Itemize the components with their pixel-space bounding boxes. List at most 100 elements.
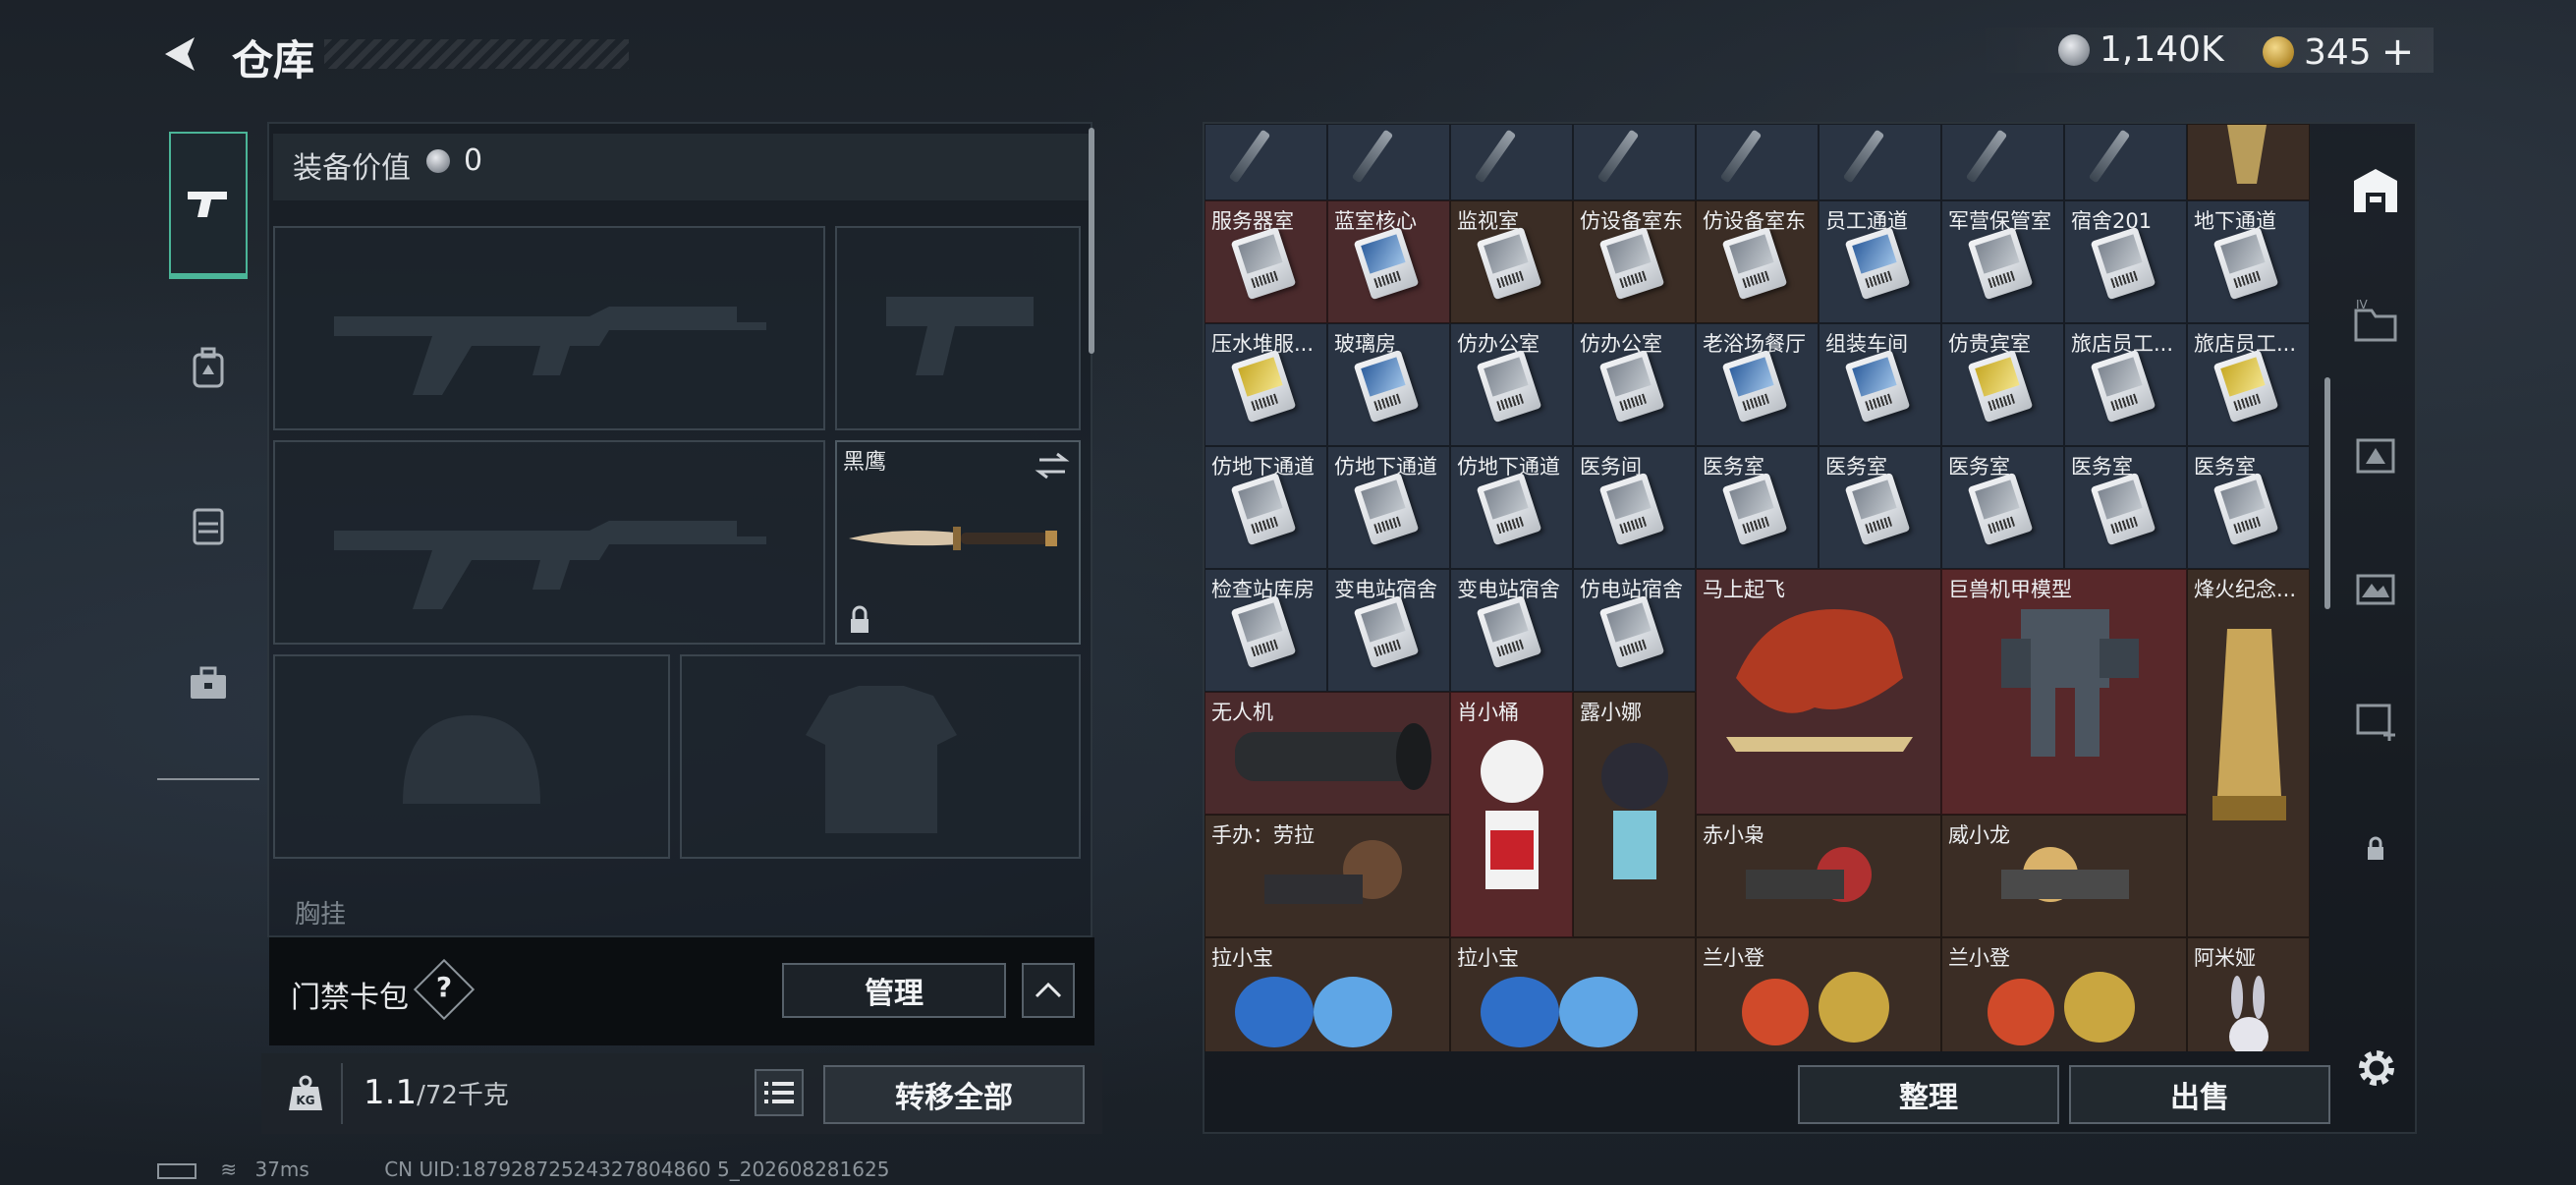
storage-item[interactable]: 手办：劳拉 xyxy=(1204,815,1450,937)
storage-item[interactable]: 赤小枭 xyxy=(1696,815,1941,937)
storage-item[interactable]: 肖小桶 xyxy=(1450,692,1573,937)
storage-item[interactable]: 老浴场餐厅 xyxy=(1696,323,1819,446)
rail-armor[interactable] xyxy=(169,452,248,599)
storage-scrollbar[interactable] xyxy=(2324,377,2330,609)
list-view-button[interactable] xyxy=(755,1069,804,1116)
storage-item[interactable] xyxy=(2187,124,2310,200)
storage-item[interactable]: 仿设备室东 xyxy=(1696,200,1819,323)
storage-item[interactable]: 医务室 xyxy=(2064,446,2187,569)
storage-item[interactable]: 无人机 xyxy=(1204,692,1450,815)
item-name: 组装车间 xyxy=(1825,332,1908,356)
storage-item[interactable]: 宿舍201 xyxy=(2064,200,2187,323)
item-name: 服务器室 xyxy=(1211,209,1294,233)
gold-currency[interactable]: 345 + xyxy=(2263,29,2414,75)
keycard-icon xyxy=(2212,226,2279,301)
item-name: 宿舍201 xyxy=(2071,209,2153,233)
tab-all[interactable] xyxy=(2344,159,2407,222)
storage-item[interactable]: 旅店员工... xyxy=(2187,323,2310,446)
knife-icon xyxy=(849,527,1057,550)
helmet-slot[interactable] xyxy=(273,654,670,859)
tab-storage-1[interactable] xyxy=(2344,686,2407,749)
primary-weapon-slot[interactable] xyxy=(273,226,825,430)
helmet-silhouette-icon xyxy=(403,715,540,804)
transfer-all-button[interactable]: 转移全部 xyxy=(823,1065,1085,1124)
collapse-button[interactable] xyxy=(1022,963,1075,1018)
storage-item[interactable] xyxy=(1204,124,1327,200)
rail-weapons[interactable] xyxy=(169,132,248,279)
storage-item[interactable]: 地下通道 xyxy=(2187,200,2310,323)
storage-item[interactable]: 仿贵宾室 xyxy=(1941,323,2064,446)
battery-icon xyxy=(157,1162,196,1179)
storage-item[interactable] xyxy=(1696,124,1819,200)
storage-item[interactable]: 监视室 xyxy=(1450,200,1573,323)
settings-button[interactable] xyxy=(2352,1044,2401,1093)
storage-item[interactable]: 医务室 xyxy=(1941,446,2064,569)
armor-silhouette-icon xyxy=(806,686,957,833)
storage-item[interactable]: 威小龙 xyxy=(1941,815,2187,937)
tab-storage-3[interactable] xyxy=(2344,423,2407,485)
storage-item[interactable]: 组装车间 xyxy=(1819,323,1941,446)
storage-item[interactable]: 兰小登 xyxy=(1696,937,1941,1051)
rail-backpack[interactable] xyxy=(169,295,248,442)
storage-item[interactable] xyxy=(1573,124,1696,200)
sell-button[interactable]: 出售 xyxy=(2069,1065,2330,1124)
storage-item[interactable]: 变电站宿舍 xyxy=(1450,569,1573,692)
page-title: 仓库 xyxy=(232,36,315,85)
gear-icon xyxy=(2359,1050,2394,1086)
storage-item[interactable]: 变电站宿舍 xyxy=(1327,569,1450,692)
storage-item[interactable]: 仿办公室 xyxy=(1450,323,1573,446)
storage-item[interactable]: 旅店员工... xyxy=(2064,323,2187,446)
storage-item[interactable]: 军营保管室 xyxy=(1941,200,2064,323)
storage-item[interactable]: 医务室 xyxy=(2187,446,2310,569)
manage-button[interactable]: 管理 xyxy=(782,963,1006,1018)
storage-item[interactable]: 巨兽机甲模型 xyxy=(1941,569,2187,815)
keycard-icon xyxy=(2090,472,2156,546)
storage-item[interactable] xyxy=(1450,124,1573,200)
storage-item[interactable]: 仿地下通道 xyxy=(1327,446,1450,569)
storage-item[interactable]: 医务室 xyxy=(1696,446,1819,569)
weight-current: 1.1 xyxy=(364,1073,418,1112)
storage-item[interactable] xyxy=(2064,124,2187,200)
storage-item[interactable]: 马上起飞 xyxy=(1696,569,1941,815)
storage-item[interactable]: 仿地下通道 xyxy=(1204,446,1327,569)
keycard-icon xyxy=(2090,226,2156,301)
storage-item[interactable]: 仿电站宿舍 xyxy=(1573,569,1696,692)
storage-item[interactable] xyxy=(1941,124,2064,200)
storage-item[interactable]: 露小娜 xyxy=(1573,692,1696,937)
storage-item[interactable]: 玻璃房 xyxy=(1327,323,1450,446)
storage-item[interactable] xyxy=(1327,124,1450,200)
tab-locked[interactable] xyxy=(2344,818,2407,880)
storage-item[interactable]: 阿米娅 xyxy=(2187,937,2310,1051)
storage-item[interactable]: 医务间 xyxy=(1573,446,1696,569)
pistol-slot[interactable] xyxy=(835,226,1081,430)
secondary-weapon-slot[interactable] xyxy=(273,440,825,645)
gold-plus[interactable]: + xyxy=(2381,29,2415,75)
storage-item[interactable]: 压水堆服... xyxy=(1204,323,1327,446)
storage-item[interactable]: 仿办公室 xyxy=(1573,323,1696,446)
storage-item[interactable]: 拉小宝 xyxy=(1450,937,1696,1051)
storage-item[interactable]: 兰小登 xyxy=(1941,937,2187,1051)
storage-item[interactable]: 仿设备室东 xyxy=(1573,200,1696,323)
storage-item[interactable] xyxy=(1819,124,1941,200)
storage-item[interactable]: 蓝室核心 xyxy=(1327,200,1450,323)
storage-item[interactable]: 拉小宝 xyxy=(1204,937,1450,1051)
sort-button[interactable]: 整理 xyxy=(1798,1065,2059,1124)
back-button[interactable] xyxy=(155,29,204,79)
storage-item[interactable]: 仿地下通道 xyxy=(1450,446,1573,569)
tab-storage-2[interactable] xyxy=(2344,554,2407,617)
equipment-scrollbar[interactable] xyxy=(1089,128,1094,354)
storage-item[interactable]: 检查站库房 xyxy=(1204,569,1327,692)
storage-item[interactable]: 员工通道 xyxy=(1819,200,1941,323)
keycard-icon xyxy=(1353,349,1420,423)
storage-item[interactable]: 服务器室 xyxy=(1204,200,1327,323)
item-name: 蓝室核心 xyxy=(1334,209,1417,233)
body-armor-slot[interactable] xyxy=(680,654,1081,859)
storage-item[interactable]: 烽火纪念... xyxy=(2187,569,2310,937)
rail-toolbox[interactable] xyxy=(169,609,248,757)
tab-storage-4[interactable]: IV xyxy=(2344,291,2407,354)
storage-item[interactable]: 医务室 xyxy=(1819,446,1941,569)
injector-icon xyxy=(1596,129,1640,184)
silver-coin-icon xyxy=(2058,33,2090,66)
gold-amount: 345 xyxy=(2304,31,2372,73)
weight-max: /72千克 xyxy=(417,1081,509,1110)
